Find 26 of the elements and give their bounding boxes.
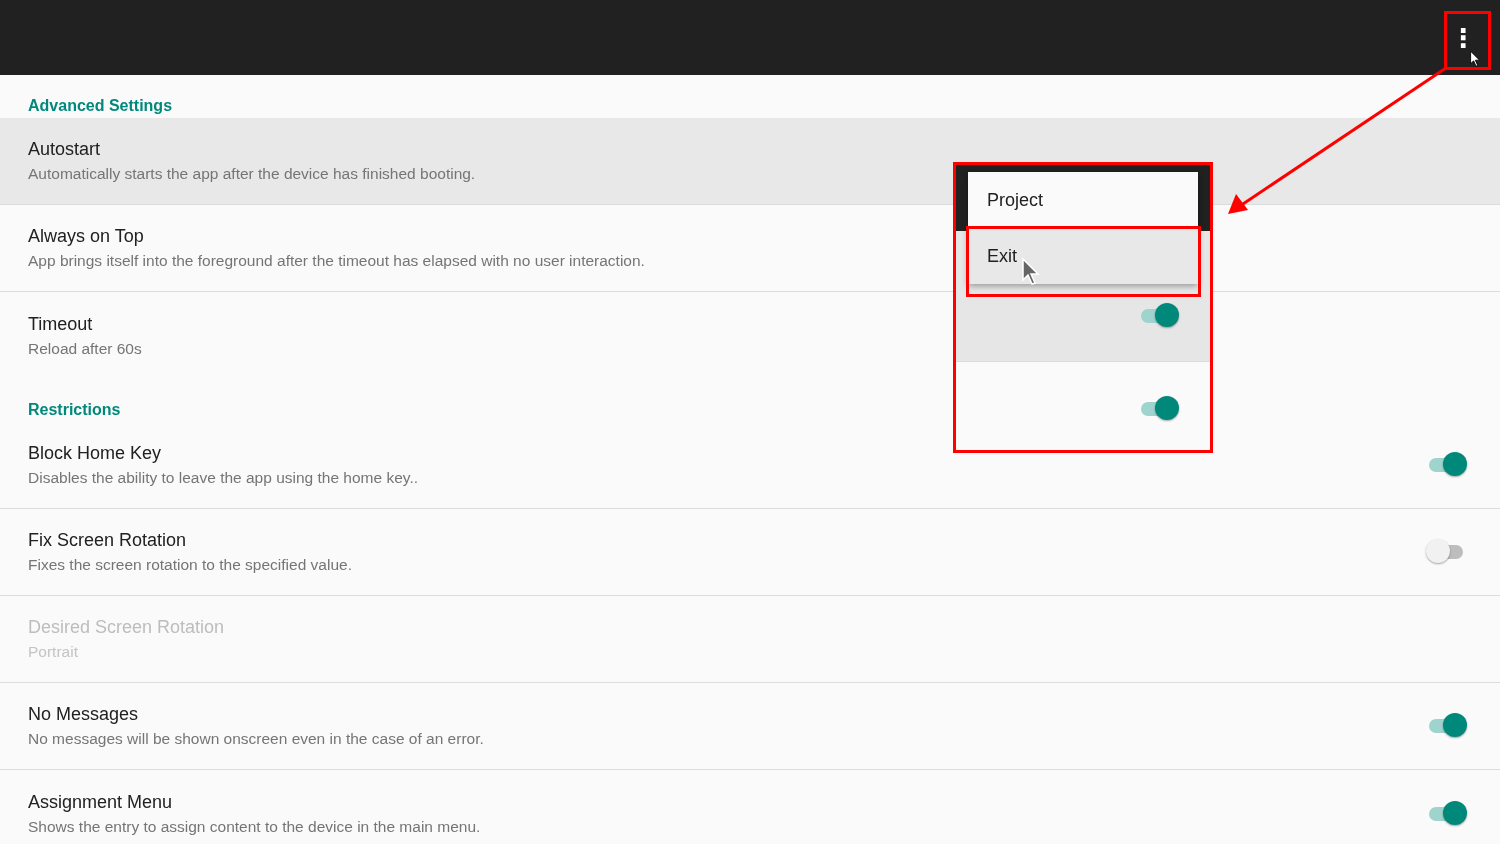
setting-title: Assignment Menu bbox=[28, 791, 174, 813]
setting-summary: Fixes the screen rotation to the specified value. bbox=[28, 556, 352, 574]
setting-title: Autostart bbox=[28, 139, 102, 160]
setting-summary: Disables the ability to leave the app using the home key.. bbox=[28, 469, 419, 487]
setting-title: Block Home Key bbox=[28, 443, 163, 464]
settings-row[interactable]: No Messages No messages will be shown onscreen even in the case of an error. bbox=[0, 683, 1500, 770]
setting-title: Desired Screen Rotation bbox=[28, 617, 225, 638]
menu-item[interactable]: Exit bbox=[968, 228, 1198, 284]
settings-row[interactable]: Timeout Reload after 60s bbox=[0, 292, 1500, 379]
settings-row[interactable]: Assignment Menu Shows the entry to assign content to the device in the main menu. bbox=[0, 770, 1500, 844]
setting-summary: Shows the entry to assign content to the device in the main menu. bbox=[28, 817, 481, 836]
setting-title: Timeout bbox=[28, 313, 94, 335]
setting-summary: App brings itself into the foreground after the timeout has elapsed with no user interaction. bbox=[28, 252, 645, 270]
highlight-frame bbox=[1444, 11, 1491, 70]
setting-title: No Messages bbox=[28, 704, 140, 725]
setting-title: Fix Screen Rotation bbox=[28, 530, 188, 551]
settings-row[interactable]: Fix Screen Rotation Fixes the screen rotation to the specified value. bbox=[0, 509, 1500, 596]
setting-summary: Automatically starts the app after the device has finished booting. bbox=[28, 165, 476, 183]
section-header: Restrictions bbox=[28, 401, 121, 419]
menu-item[interactable]: Project bbox=[968, 172, 1198, 228]
cursor-icon bbox=[1470, 50, 1482, 68]
cursor-icon bbox=[1022, 258, 1042, 286]
setting-summary: No messages will be shown onscreen even in the case of an error. bbox=[28, 730, 484, 748]
section-header: Advanced Settings bbox=[28, 97, 173, 115]
setting-title: Always on Top bbox=[28, 226, 145, 247]
setting-summary: Reload after 60s bbox=[28, 339, 142, 358]
